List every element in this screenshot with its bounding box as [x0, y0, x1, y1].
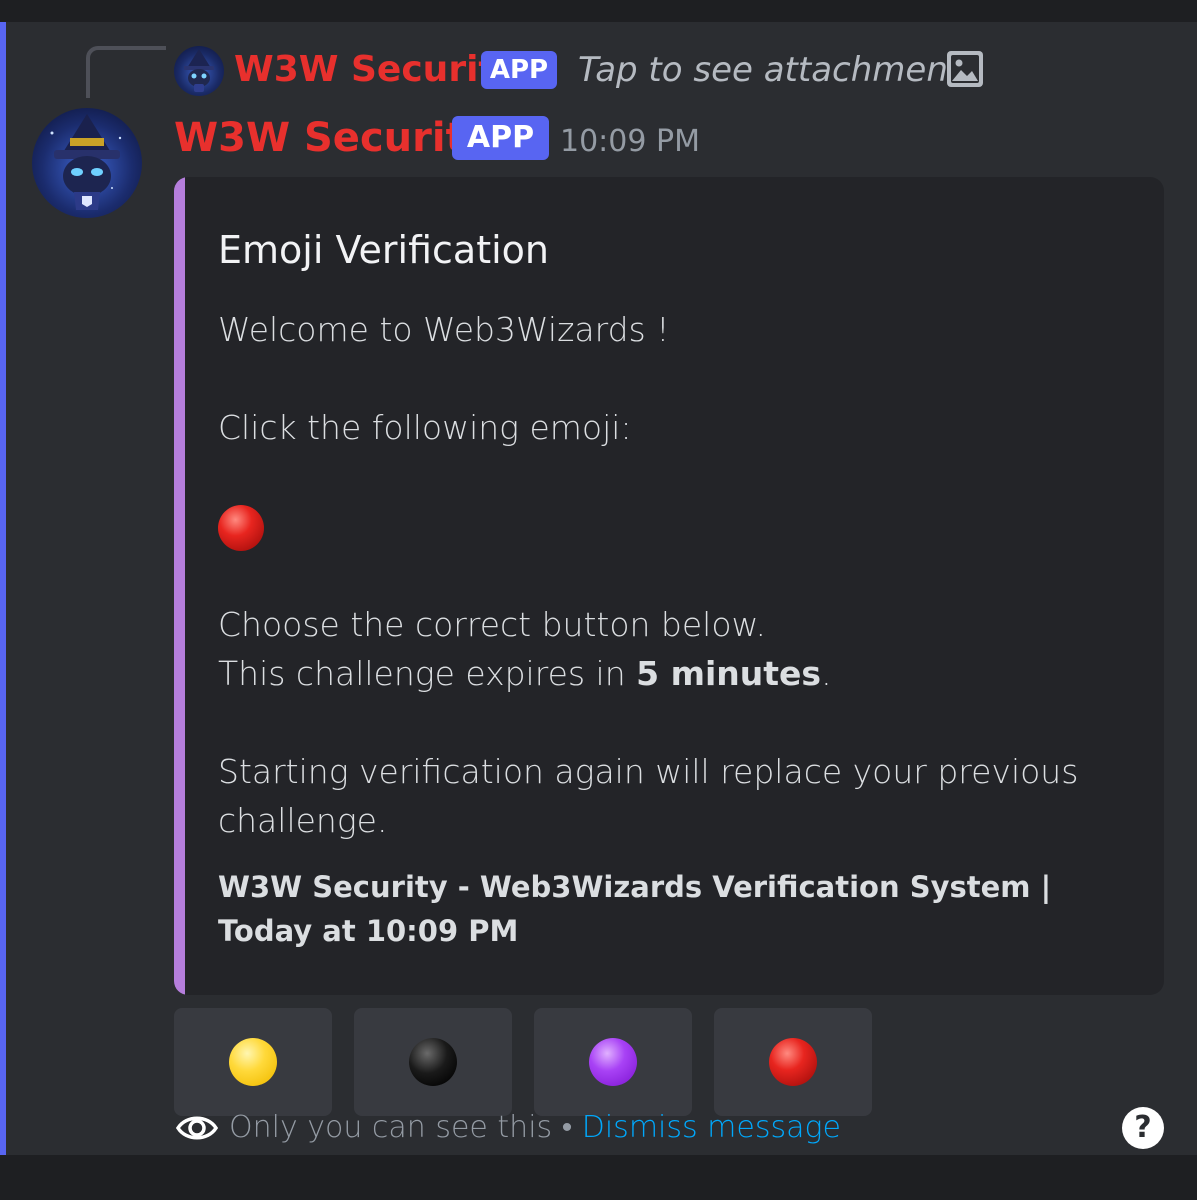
- reply-avatar[interactable]: [174, 46, 224, 96]
- ephemeral-message: W3W Security APP Tap to see attachment W…: [0, 22, 1197, 1155]
- embed-title: Emoji Verification: [218, 228, 549, 272]
- expires-prefix: This challenge expires in: [218, 653, 637, 693]
- separator-dot: •: [552, 1110, 582, 1145]
- emoji-button-black[interactable]: [354, 1008, 512, 1116]
- wizard-avatar-icon: [184, 49, 214, 92]
- target-red-circle-icon: [218, 504, 264, 551]
- eye-icon: [176, 1116, 218, 1140]
- emoji-button-yellow[interactable]: [174, 1008, 332, 1116]
- author-avatar[interactable]: [32, 108, 142, 218]
- app-badge: APP: [452, 116, 549, 160]
- welcome-text: Welcome to Web3Wizards !: [218, 310, 670, 349]
- yellow-circle-icon: [229, 1038, 277, 1086]
- wizard-avatar-icon: [50, 114, 122, 210]
- expires-suffix: .: [821, 653, 832, 693]
- image-icon: [947, 51, 983, 87]
- only-you-text: Only you can see this: [229, 1110, 553, 1145]
- top-strip: [0, 0, 1197, 22]
- embed-accent-bar: [174, 177, 185, 995]
- reply-author-name[interactable]: W3W Security: [234, 48, 519, 92]
- red-circle-icon: [769, 1038, 817, 1086]
- instruction-text: Click the following emoji:: [218, 408, 632, 447]
- restart-note: Starting verification again will replace…: [218, 751, 1079, 840]
- expires-duration: 5 minutes: [636, 653, 822, 693]
- emoji-button-red[interactable]: [714, 1008, 872, 1116]
- message-highlight-bar: [0, 22, 6, 1155]
- reply-app-badge: APP: [481, 51, 557, 89]
- embed-description: Welcome to Web3Wizards ! Click the follo…: [218, 305, 1118, 845]
- dismiss-message-link[interactable]: Dismiss message: [582, 1110, 841, 1145]
- help-icon[interactable]: ?: [1122, 1107, 1164, 1149]
- reply-preview-text[interactable]: Tap to see attachment: [578, 48, 961, 92]
- ephemeral-notice: Only you can see this • Dismiss message: [229, 1107, 841, 1149]
- author-name[interactable]: W3W Security: [174, 113, 491, 163]
- bottom-strip: [0, 1155, 1197, 1200]
- black-circle-icon: [409, 1038, 457, 1086]
- reply-spine: [86, 46, 166, 98]
- purple-circle-icon: [589, 1038, 637, 1086]
- emoji-button-purple[interactable]: [534, 1008, 692, 1116]
- message-timestamp: 10:09 PM: [560, 124, 700, 159]
- embed-footer: W3W Security - Web3Wizards Verification …: [218, 870, 1052, 948]
- expires-text: This challenge expires in 5 minutes.: [218, 649, 1118, 698]
- choose-text: Choose the correct button below.: [218, 604, 766, 644]
- embed: Emoji Verification Welcome to Web3Wizard…: [174, 177, 1164, 995]
